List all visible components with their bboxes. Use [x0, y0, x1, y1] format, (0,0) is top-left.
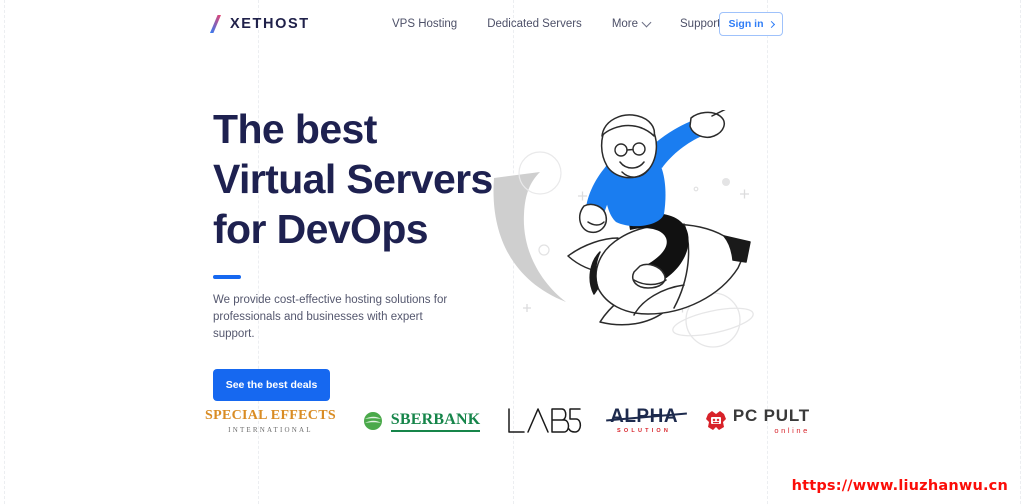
hero-title-line: The best — [213, 106, 377, 152]
partner-logo-sberbank[interactable]: SBERBANK — [362, 411, 481, 432]
partner-logo-alpha-solution[interactable]: ALPHA SOLUTION — [606, 407, 687, 435]
partner-logos: SPECIAL EFFECTS INTERNATIONAL SBERBANK A… — [205, 398, 810, 444]
sberbank-icon — [363, 412, 382, 430]
pc-pult-robot-icon — [705, 411, 726, 430]
partner-logo-lab5[interactable] — [506, 406, 584, 436]
hero-subtitle-line: professionals and businesses with expert… — [213, 311, 423, 340]
page-title: The best Virtual Servers for DevOps — [213, 104, 543, 254]
hero-subtitle-line: We provide cost-effective hosting soluti… — [213, 294, 448, 306]
nav-label: Support — [680, 18, 721, 30]
hero-section: The best Virtual Servers for DevOps We p… — [213, 104, 543, 401]
partner-subtitle: online — [774, 426, 810, 436]
lab5-wordmark-icon — [508, 408, 582, 433]
partner-logo-special-effects-international[interactable]: SPECIAL EFFECTS INTERNATIONAL — [205, 407, 336, 434]
decor-circle — [693, 186, 699, 192]
partner-name: SPECIAL EFFECTS — [205, 407, 336, 423]
logo-text: XETHOST — [230, 16, 310, 32]
accent-bar — [213, 275, 241, 279]
chevron-down-icon — [641, 17, 652, 27]
partner-name: ALPHA — [606, 407, 687, 426]
sign-in-button[interactable]: Sign in — [719, 12, 783, 36]
partner-name: SBERBANK — [390, 411, 481, 432]
nav-label: More — [611, 18, 639, 30]
nav-label: VPS Hosting — [392, 18, 458, 30]
slash-logo-icon — [210, 15, 221, 33]
site-header: XETHOST VPS Hosting Dedicated Servers Mo… — [0, 0, 1024, 48]
watermark: https://www.liuzhanwu.cn — [791, 478, 1008, 494]
main-nav: VPS Hosting Dedicated Servers More Suppo… — [392, 17, 734, 30]
see-best-deals-button[interactable]: See the best deals — [213, 369, 330, 401]
nav-item-more[interactable]: More — [611, 17, 652, 30]
partner-subtitle: SOLUTION — [617, 428, 672, 435]
logo[interactable]: XETHOST — [210, 15, 310, 33]
decor-dot — [722, 178, 730, 186]
hero-title-line: Virtual Servers — [213, 156, 493, 202]
sign-in-label: Sign in — [728, 18, 764, 30]
partner-subtitle: INTERNATIONAL — [228, 425, 313, 434]
partner-name: PC PULT — [732, 406, 810, 426]
partner-logo-pc-pult-online[interactable]: PC PULT online — [704, 407, 810, 435]
nav-label: Dedicated Servers — [487, 18, 582, 30]
hero-subtitle: We provide cost-effective hosting soluti… — [213, 292, 463, 343]
landing-page: XETHOST VPS Hosting Dedicated Servers Mo… — [0, 0, 1024, 504]
nav-item-dedicated-servers[interactable]: Dedicated Servers — [487, 18, 582, 30]
nav-item-vps-hosting[interactable]: VPS Hosting — [392, 18, 457, 30]
hero-title-line: for DevOps — [213, 206, 429, 252]
chevron-right-icon — [767, 20, 775, 28]
